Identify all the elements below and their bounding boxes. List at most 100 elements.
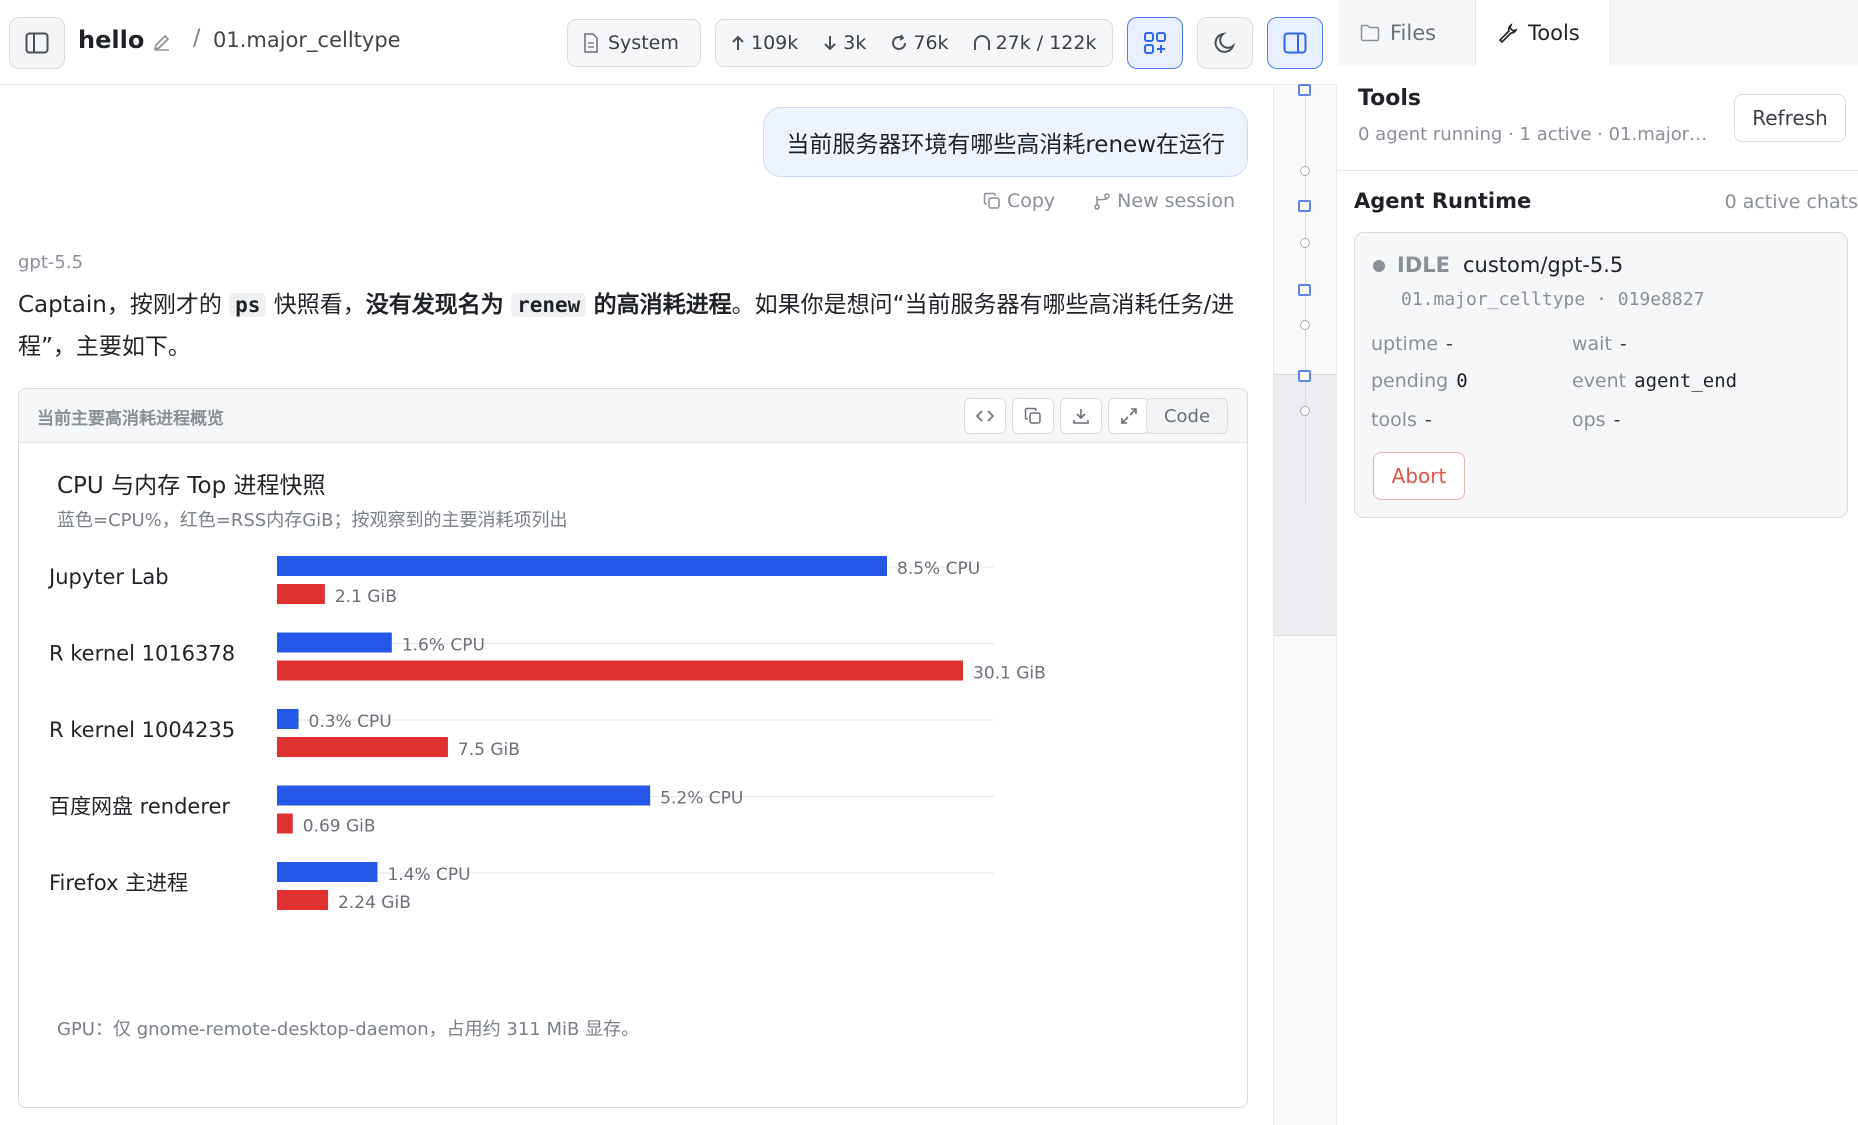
agent-runtime-heading: Agent Runtime <box>1354 189 1532 213</box>
tools-value: - <box>1424 409 1432 431</box>
chart-bar-memory <box>277 660 963 681</box>
new-session-button[interactable]: New session <box>1093 190 1235 212</box>
agent-status: IDLE <box>1397 253 1450 277</box>
chart-data-label-memory: 2.24 GiB <box>338 893 411 913</box>
copy-button[interactable]: Copy <box>983 190 1055 212</box>
page-title: hello <box>78 26 145 54</box>
chart-data-label-cpu: 0.3% CPU <box>309 712 392 732</box>
expand-button[interactable] <box>1108 398 1150 434</box>
tab-files-label: Files <box>1390 21 1437 45</box>
divider <box>1338 170 1858 171</box>
chart-category-label: Jupyter Lab <box>47 565 169 589</box>
chart-data-label-memory: 2.1 GiB <box>335 587 397 607</box>
tools-heading: Tools <box>1358 86 1421 111</box>
user-message: 当前服务器环境有哪些高消耗renew在运行 <box>763 107 1248 177</box>
agent-model: custom/gpt-5.5 <box>1463 253 1624 277</box>
tab-tools-label: Tools <box>1528 21 1580 45</box>
process-bar-chart: CPU 与内存 Top 进程快照 蓝色=CPU%，红色=RSS内存GiB；按观察… <box>47 473 1046 1040</box>
chart-footnote: GPU：仅 gnome-remote-desktop-daemon，占用约 31… <box>57 1019 639 1040</box>
chart-category-label: R kernel 1004235 <box>49 718 235 742</box>
sidebar-toggle-button[interactable] <box>9 17 65 69</box>
chart-data-label-cpu: 1.6% CPU <box>402 636 485 656</box>
uptime-key: uptime <box>1371 333 1439 355</box>
breadcrumb-separator: / <box>193 26 201 51</box>
answer-bold: 没有发现名为 <box>365 292 504 318</box>
expand-icon <box>1121 408 1137 424</box>
minimap-user-marker[interactable] <box>1298 370 1311 382</box>
minimap-dot[interactable] <box>1300 238 1310 248</box>
event-field: event agent_end <box>1572 370 1737 392</box>
conversation-minimap[interactable] <box>1273 84 1337 1125</box>
refresh-button[interactable]: Refresh <box>1734 94 1846 142</box>
view-source-button[interactable] <box>964 398 1006 434</box>
minimap-user-marker[interactable] <box>1298 84 1311 96</box>
minimap-user-marker[interactable] <box>1298 200 1311 212</box>
arrow-up-icon <box>732 35 744 50</box>
context-gauge-icon <box>973 35 990 50</box>
wait-value: - <box>1619 333 1627 355</box>
answer-code-renew: renew <box>511 293 587 317</box>
theme-toggle-button[interactable] <box>1197 17 1253 69</box>
artifact-card: 当前主要高消耗进程概览 Code CPU 与内存 Top 进程快照 蓝色=CPU… <box>18 388 1248 1108</box>
agent-card: IDLE custom/gpt-5.5 01.major_celltype · … <box>1354 232 1848 518</box>
minimap-dot[interactable] <box>1300 166 1310 176</box>
chart-bar-memory <box>277 737 448 757</box>
chart-bar-cpu <box>277 632 392 653</box>
sidebar-icon <box>25 32 49 54</box>
answer-text: Captain，按刚才的 <box>18 292 222 318</box>
chart-data-label-cpu: 8.5% CPU <box>897 559 980 579</box>
tokens-cached: 76k <box>913 32 949 54</box>
uptime-field: uptime - <box>1371 333 1453 355</box>
tools-key: tools <box>1371 409 1417 431</box>
active-chats-count: 0 active chats <box>1724 191 1858 213</box>
event-value: agent_end <box>1634 370 1738 392</box>
minimap-dot[interactable] <box>1300 406 1310 416</box>
folder-icon <box>1360 24 1380 42</box>
breadcrumb[interactable]: 01.major_celltype <box>213 28 401 52</box>
refresh-cycle-icon <box>892 34 907 50</box>
copy-artifact-button[interactable] <box>1012 398 1054 434</box>
assistant-model-label: gpt-5.5 <box>18 252 84 273</box>
chart-bar-cpu <box>277 862 378 882</box>
minimap-dot[interactable] <box>1300 320 1310 330</box>
tools-summary: 0 agent running · 1 active · 01.major_..… <box>1358 124 1708 145</box>
download-button[interactable] <box>1060 398 1102 434</box>
chart-data-label-cpu: 5.2% CPU <box>660 789 743 809</box>
artifact-title: 当前主要高消耗进程概览 <box>37 409 224 429</box>
minimap-user-marker[interactable] <box>1298 284 1311 296</box>
usage-stats: 109k 3k 76k 27k / 122k <box>715 19 1113 67</box>
right-panel-toggle-button[interactable] <box>1267 17 1323 69</box>
message-actions: Copy New session <box>983 190 1235 212</box>
tab-files[interactable]: Files <box>1338 0 1458 66</box>
copy-icon <box>1024 407 1041 424</box>
system-button[interactable]: System <box>567 19 701 67</box>
abort-button[interactable]: Abort <box>1373 452 1465 500</box>
new-session-label: New session <box>1117 190 1235 212</box>
uptime-value: - <box>1446 333 1453 355</box>
edit-icon[interactable] <box>152 32 172 56</box>
copy-icon <box>983 192 1000 209</box>
chart-data-label-cpu: 1.4% CPU <box>387 865 470 885</box>
code-brackets-icon <box>975 410 995 422</box>
copy-label: Copy <box>1006 190 1056 212</box>
code-button[interactable]: Code <box>1146 398 1228 434</box>
chart-bar-cpu <box>277 709 299 729</box>
ops-value: - <box>1613 409 1621 431</box>
arrow-down-icon <box>824 36 836 51</box>
wait-key: wait <box>1572 333 1612 355</box>
ops-key: ops <box>1572 409 1606 431</box>
document-icon <box>584 33 598 53</box>
chart-data-label-memory: 0.69 GiB <box>303 817 376 837</box>
context-usage: 27k / 122k <box>995 32 1097 54</box>
status-dot-icon <box>1373 260 1385 272</box>
tab-tools[interactable]: Tools <box>1475 0 1611 66</box>
chart-bar-memory <box>277 813 293 834</box>
ops-field: ops - <box>1572 409 1620 431</box>
pending-key: pending <box>1371 370 1449 392</box>
answer-text: 快照看， <box>273 292 366 318</box>
minimap-track <box>1305 86 1306 506</box>
layout-grid-button[interactable] <box>1127 17 1183 69</box>
event-key: event <box>1572 370 1627 392</box>
tokens-down: 3k <box>843 32 867 54</box>
chart-data-label-memory: 7.5 GiB <box>458 740 520 760</box>
